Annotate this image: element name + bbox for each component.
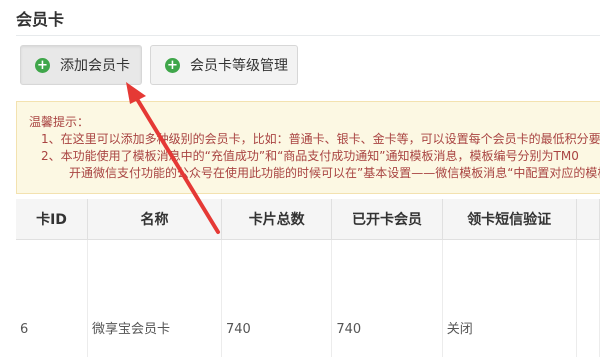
plus-circle-icon: +	[165, 58, 180, 73]
col-card-id[interactable]: 卡ID	[16, 199, 88, 240]
cell-name: 微享宝会员卡	[88, 240, 222, 357]
col-sms-verification[interactable]: 领卡短信验证	[442, 199, 576, 240]
add-card-label: 添加会员卡	[60, 55, 130, 75]
card-level-label: 会员卡等级管理	[190, 55, 288, 75]
tip-heading: 温馨提示：	[29, 114, 600, 131]
tip-line-3: 开通微信支付功能的公众号在使用此功能的时候可以在”基本设置——微信模板消息“中配…	[29, 165, 600, 182]
plus-circle-icon: +	[35, 58, 50, 73]
col-name[interactable]: 名称	[88, 199, 222, 240]
tip-box: 温馨提示： 1、在这里可以添加多种级别的会员卡，比如：普通卡、银卡、金卡等，可以…	[16, 101, 600, 194]
page-title: 会员卡	[16, 6, 64, 30]
cell-total-cards: 740	[222, 240, 332, 357]
card-table: 卡ID 名称 卡片总数 已开卡会员 领卡短信验证 6 微享宝会员卡 740 74…	[16, 199, 600, 357]
add-card-button[interactable]: + 添加会员卡	[20, 45, 142, 85]
card-level-management-button[interactable]: + 会员卡等级管理	[150, 45, 298, 85]
title-divider	[16, 35, 600, 36]
table-header-row: 卡ID 名称 卡片总数 已开卡会员 领卡短信验证	[16, 199, 600, 240]
cell-card-id: 6	[16, 240, 88, 357]
col-total-cards[interactable]: 卡片总数	[222, 199, 332, 240]
table-row: 6 微享宝会员卡 740 740 关闭	[16, 240, 600, 357]
col-extra	[576, 199, 599, 240]
tip-line-2: 2、本功能使用了模板消息中的“充值成功”和“商品支付成功通知”通知模板消息，模板…	[29, 148, 600, 165]
cell-sms-verification: 关闭	[442, 240, 576, 357]
tip-line-1: 1、在这里可以添加多种级别的会员卡，比如：普通卡、银卡、金卡等，可以设置每个会员…	[29, 131, 600, 148]
col-opened-members[interactable]: 已开卡会员	[332, 199, 442, 240]
cell-opened-members: 740	[332, 240, 442, 357]
cell-extra	[576, 240, 599, 357]
